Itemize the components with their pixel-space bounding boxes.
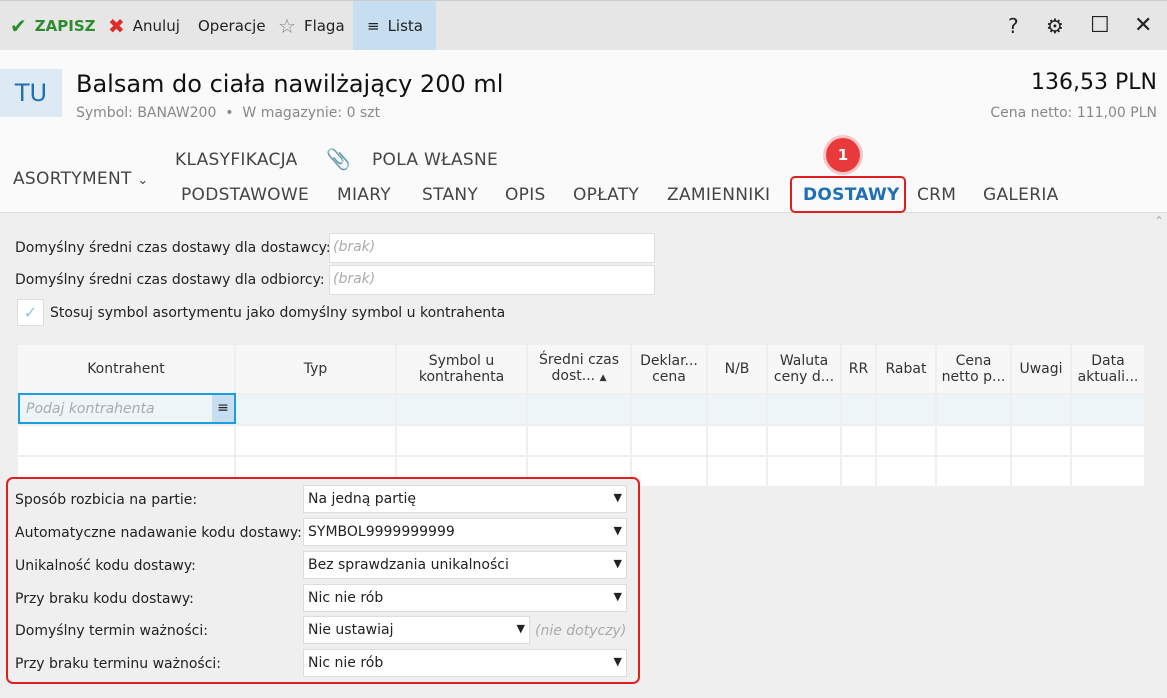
tab-crm[interactable]: CRM xyxy=(917,185,956,205)
expiry-label: Domyślny termin ważności: xyxy=(15,623,208,639)
customer-time-label: Domyślny średni czas dostawy dla odbiorc… xyxy=(15,272,325,288)
missing-expiry-label: Przy braku terminu ważności: xyxy=(15,656,222,672)
help-icon[interactable]: ? xyxy=(1002,1,1025,50)
sort-asc-icon: ▲ xyxy=(599,373,607,383)
tab-group-asortyment[interactable]: ASORTYMENT ⌄ xyxy=(13,169,149,189)
scroll-up-icon[interactable]: ⌃ xyxy=(1154,214,1164,228)
list-picker-icon[interactable]: ≡ xyxy=(212,395,234,422)
col-data[interactable]: Data aktuali... xyxy=(1072,345,1146,393)
col-symbol[interactable]: Symbol u kontrahenta xyxy=(397,345,528,393)
col-sredni-czas[interactable]: Średni czas dost... ▲ xyxy=(528,345,632,393)
select-value: Na jedną partię xyxy=(308,491,417,507)
step-badge: 1 xyxy=(826,138,860,172)
chevron-down-icon: ▼ xyxy=(613,655,622,668)
check-icon: ✔ xyxy=(10,13,27,38)
list-button[interactable]: ≡ Lista xyxy=(353,1,436,50)
suppliers-table: Kontrahent Typ Symbol u kontrahenta Śred… xyxy=(18,345,1146,486)
use-symbol-label: Stosuj symbol asortymentu jako domyślny … xyxy=(50,305,506,321)
chevron-down-icon: ⌄ xyxy=(137,173,149,188)
select-value: Nie ustawiaj xyxy=(308,622,394,638)
tab-group-label: ASORTYMENT xyxy=(13,169,132,189)
expiry-note: (nie dotyczy) xyxy=(535,623,627,639)
chevron-down-icon: ▼ xyxy=(613,557,622,570)
star-icon: ☆ xyxy=(278,13,296,38)
chevron-down-icon: ▼ xyxy=(613,491,622,504)
cancel-button[interactable]: ✖ Anuluj xyxy=(102,1,186,50)
contractor-input[interactable]: Podaj kontrahenta xyxy=(20,401,155,417)
col-rabat[interactable]: Rabat xyxy=(877,345,937,393)
col-typ[interactable]: Typ xyxy=(236,345,397,393)
chevron-down-icon: ▼ xyxy=(516,622,525,635)
item-meta: Symbol: BANAW200 • W magazynie: 0 szt xyxy=(76,105,381,121)
col-cena-netto[interactable]: Cena netto p... xyxy=(937,345,1012,393)
missing-expiry-select[interactable]: Nic nie rób ▼ xyxy=(303,649,627,677)
auto-code-label: Automatyczne nadawanie kodu dostawy: xyxy=(15,525,302,541)
split-mode-label: Sposób rozbicia na partie: xyxy=(15,492,198,508)
tab-galeria[interactable]: GALERIA xyxy=(983,185,1059,205)
tab-pola-wlasne[interactable]: POLA WŁASNE xyxy=(372,150,498,170)
supplier-time-input[interactable]: (brak) xyxy=(329,233,655,263)
net-price: Cena netto: 111,00 PLN xyxy=(990,105,1157,121)
gross-price: 136,53 PLN xyxy=(1031,70,1157,95)
col-label: Średni czas dost... xyxy=(539,352,619,384)
tab-miary[interactable]: MIARY xyxy=(337,185,391,205)
chevron-down-icon: ▼ xyxy=(613,524,622,537)
col-nb[interactable]: N/B xyxy=(708,345,768,393)
close-icon: ✖ xyxy=(108,13,125,38)
item-type-badge: TU xyxy=(0,69,62,117)
table-row[interactable] xyxy=(18,424,1146,455)
operations-button[interactable]: Operacje xyxy=(192,1,272,50)
table-row[interactable]: Podaj kontrahenta ≡ xyxy=(18,393,1146,424)
supplier-time-label: Domyślny średni czas dostawy dla dostawc… xyxy=(15,240,331,256)
tab-dostawy[interactable]: DOSTAWY xyxy=(803,185,900,205)
code-uniqueness-select[interactable]: Bez sprawdzania unikalności ▼ xyxy=(303,551,627,579)
close-window-icon[interactable]: ✕ xyxy=(1128,1,1158,50)
tab-opis[interactable]: OPIS xyxy=(505,185,546,205)
tab-klasyfikacja[interactable]: KLASYFIKACJA xyxy=(175,150,298,170)
col-kontrahent[interactable]: Kontrahent xyxy=(18,345,236,393)
missing-code-label: Przy braku kodu dostawy: xyxy=(15,591,194,607)
flag-button[interactable]: ☆ Flaga xyxy=(272,1,351,50)
maximize-icon[interactable]: ☐ xyxy=(1084,1,1116,50)
col-waluta[interactable]: Waluta ceny d... xyxy=(768,345,842,393)
stock-text: W magazynie: 0 szt xyxy=(242,105,381,121)
select-value: SYMBOL9999999999 xyxy=(308,524,455,540)
select-value: Nic nie rób xyxy=(308,655,384,671)
expiry-select[interactable]: Nie ustawiaj ▼ xyxy=(303,616,530,644)
paperclip-icon[interactable]: 📎 xyxy=(326,147,351,171)
code-uniqueness-label: Unikalność kodu dostawy: xyxy=(15,558,196,574)
tab-zamienniki[interactable]: ZAMIENNIKI xyxy=(667,185,770,205)
customer-time-input[interactable]: (brak) xyxy=(329,265,655,295)
select-value: Bez sprawdzania unikalności xyxy=(308,557,509,573)
gear-icon[interactable]: ⚙ xyxy=(1040,1,1070,50)
split-mode-select[interactable]: Na jedną partię ▼ xyxy=(303,485,627,513)
menu-icon: ≡ xyxy=(367,16,380,35)
tab-stany[interactable]: STANY xyxy=(422,185,478,205)
page-title: Balsam do ciała nawilżający 200 ml xyxy=(76,70,504,98)
tab-podstawowe[interactable]: PODSTAWOWE xyxy=(181,185,309,205)
col-uwagi[interactable]: Uwagi xyxy=(1012,345,1072,393)
toolbar: ✔ ZAPISZ ✖ Anuluj Operacje ☆ Flaga ≡ Lista ?… xyxy=(0,0,1167,50)
col-deklar-cena[interactable]: Deklar... cena xyxy=(632,345,708,393)
select-value: Nic nie rób xyxy=(308,590,384,606)
use-symbol-checkbox[interactable]: ✓ xyxy=(17,299,44,326)
chevron-down-icon: ▼ xyxy=(613,590,622,603)
tab-oplaty[interactable]: OPŁATY xyxy=(573,185,639,205)
col-rr[interactable]: RR xyxy=(842,345,877,393)
save-button[interactable]: ✔ ZAPISZ xyxy=(4,1,102,50)
symbol-text: Symbol: BANAW200 xyxy=(76,105,217,121)
auto-code-select[interactable]: SYMBOL9999999999 ▼ xyxy=(303,518,627,546)
missing-code-select[interactable]: Nic nie rób ▼ xyxy=(303,584,627,612)
